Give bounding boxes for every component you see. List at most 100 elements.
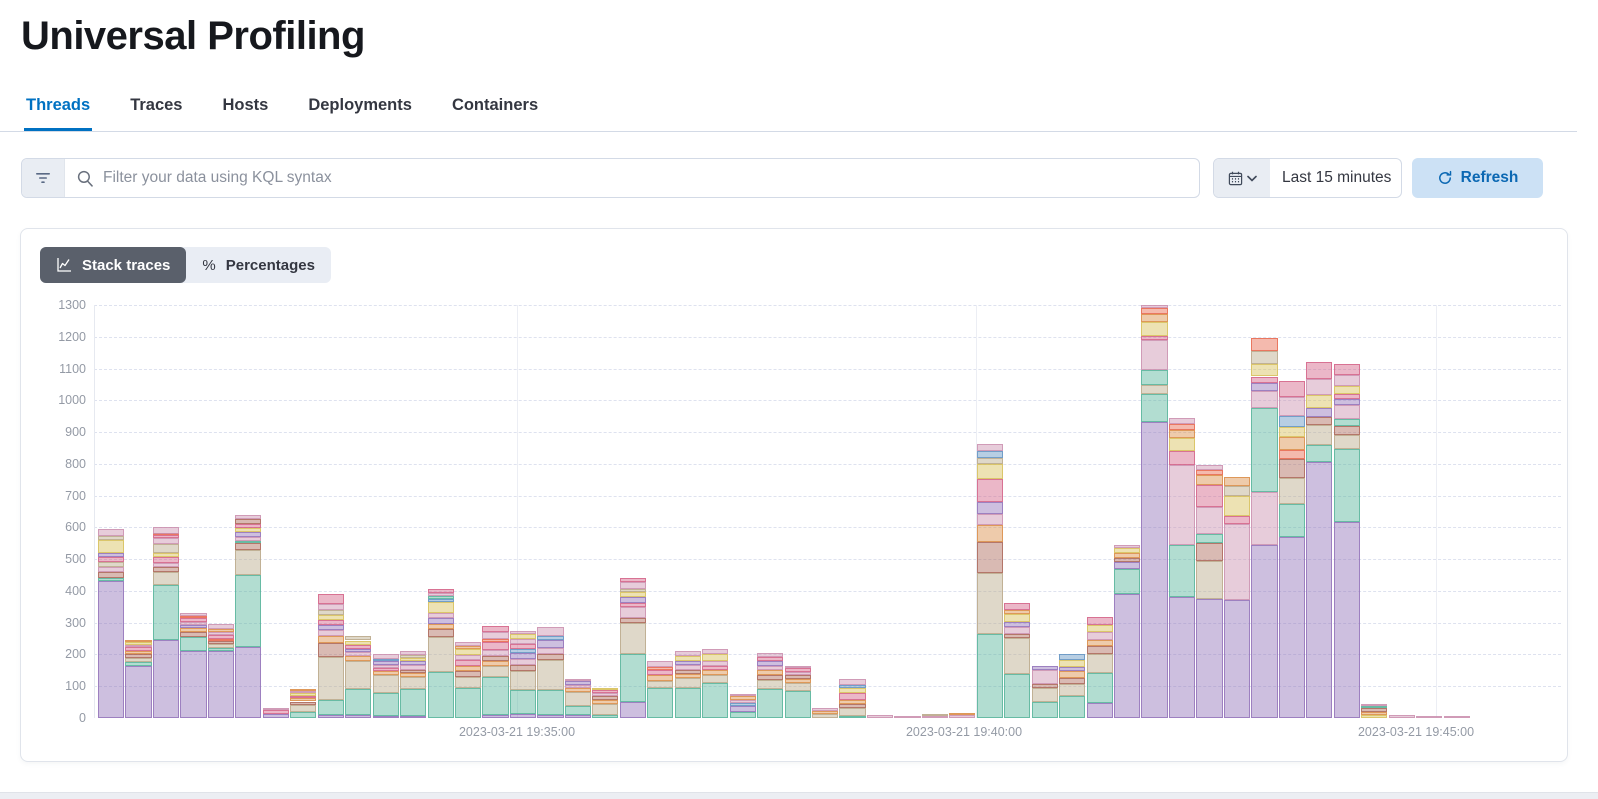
tab-bar: Threads Traces Hosts Deployments Contain… bbox=[0, 94, 1577, 132]
bar-segment-brown bbox=[400, 670, 426, 673]
stacked-bar[interactable] bbox=[730, 694, 756, 718]
bar-segment-pink bbox=[373, 668, 399, 671]
stacked-bar[interactable] bbox=[620, 578, 646, 718]
bar-segment-mauve bbox=[757, 666, 783, 671]
stacked-bar[interactable] bbox=[290, 689, 316, 718]
stacked-bar[interactable] bbox=[1224, 477, 1250, 718]
bar-segment-tan bbox=[1087, 654, 1113, 673]
kql-search-input[interactable] bbox=[103, 169, 1187, 187]
bar-segment-mauve bbox=[318, 604, 344, 610]
bar-segment-mauve bbox=[235, 515, 261, 519]
quick-select-button[interactable] bbox=[1214, 159, 1270, 197]
stacked-bar[interactable] bbox=[1004, 603, 1030, 718]
stacked-bar[interactable] bbox=[235, 515, 261, 718]
tab-hosts[interactable]: Hosts bbox=[220, 94, 270, 131]
tab-deployments[interactable]: Deployments bbox=[306, 94, 414, 131]
stacked-bar[interactable] bbox=[400, 651, 426, 718]
stacked-bar[interactable] bbox=[510, 631, 536, 718]
stacked-bar[interactable] bbox=[949, 714, 975, 718]
bar-segment-red bbox=[208, 639, 234, 642]
stacked-bar[interactable] bbox=[1334, 364, 1360, 718]
stacked-bar[interactable] bbox=[647, 661, 673, 718]
stacked-bar[interactable] bbox=[702, 649, 728, 718]
bar-segment-brown bbox=[318, 643, 344, 656]
bar-segment-green bbox=[1334, 419, 1360, 425]
stacked-bar[interactable] bbox=[125, 640, 151, 718]
stacked-bar[interactable] bbox=[1196, 465, 1222, 718]
stacked-bar[interactable] bbox=[922, 715, 948, 718]
stack-traces-panel: Stack traces % Percentages 0100200300400… bbox=[20, 228, 1568, 762]
stacked-bar[interactable] bbox=[1389, 715, 1415, 718]
stacked-bar[interactable] bbox=[263, 708, 289, 718]
bar-segment-purple bbox=[345, 649, 371, 652]
bar-segment-orange bbox=[455, 646, 481, 650]
bar-segment-mauve bbox=[730, 700, 756, 703]
bar-segment-tan bbox=[510, 671, 536, 690]
bar-segment-pink bbox=[318, 620, 344, 626]
tab-traces[interactable]: Traces bbox=[128, 94, 184, 131]
stacked-bar[interactable] bbox=[785, 666, 811, 718]
time-range-value[interactable]: Last 15 minutes bbox=[1270, 159, 1401, 197]
refresh-button[interactable]: Refresh bbox=[1412, 158, 1543, 198]
stacked-bar[interactable] bbox=[1306, 362, 1332, 718]
bar-segment-orange bbox=[1169, 430, 1195, 438]
stacked-bar[interactable] bbox=[537, 627, 563, 718]
bar-segment-blue bbox=[537, 636, 563, 640]
stacked-bar[interactable] bbox=[1087, 617, 1113, 718]
stacked-bar[interactable] bbox=[1251, 338, 1277, 718]
stacked-bar[interactable] bbox=[345, 636, 371, 718]
bar-segment-green bbox=[1032, 702, 1058, 718]
stacked-bar[interactable] bbox=[1141, 305, 1167, 718]
stacked-bar[interactable] bbox=[98, 529, 124, 718]
add-filter-button[interactable] bbox=[22, 159, 65, 197]
stacked-bar[interactable] bbox=[757, 653, 783, 718]
stacked-bar[interactable] bbox=[1059, 654, 1085, 718]
bar-segment-purple bbox=[125, 666, 151, 718]
stacked-bar[interactable] bbox=[565, 679, 591, 718]
stacked-bar[interactable] bbox=[1114, 545, 1140, 718]
bar-segment-yellow bbox=[1224, 496, 1250, 516]
stacked-bar[interactable] bbox=[1361, 704, 1387, 718]
toggle-percentages[interactable]: % Percentages bbox=[186, 247, 331, 283]
stacked-bar[interactable] bbox=[839, 679, 865, 718]
tab-threads[interactable]: Threads bbox=[24, 94, 92, 131]
y-axis-tick-label: 1200 bbox=[58, 330, 86, 344]
stacked-bar[interactable] bbox=[153, 527, 179, 718]
stacked-bar[interactable] bbox=[482, 626, 508, 718]
bar-segment-pink bbox=[180, 618, 206, 622]
stacked-bar[interactable] bbox=[1279, 381, 1305, 718]
stacked-bar[interactable] bbox=[977, 444, 1003, 718]
stacked-bar[interactable] bbox=[373, 654, 399, 718]
stacked-bar[interactable] bbox=[1416, 716, 1442, 718]
stacked-bar[interactable] bbox=[318, 594, 344, 718]
bar-segment-orange bbox=[757, 670, 783, 675]
bar-segment-purple bbox=[620, 702, 646, 718]
stacked-bar[interactable] bbox=[208, 624, 234, 718]
bar-segment-pink bbox=[757, 657, 783, 661]
stacked-bar[interactable] bbox=[455, 642, 481, 718]
bar-segment-yellow bbox=[153, 553, 179, 557]
stacked-bar[interactable] bbox=[1444, 716, 1470, 718]
bar-segment-mauve bbox=[373, 654, 399, 658]
stacked-bar[interactable] bbox=[1169, 418, 1195, 718]
stacked-bar[interactable] bbox=[894, 716, 920, 718]
stacked-bar[interactable] bbox=[428, 589, 454, 718]
bar-segment-yellow bbox=[290, 693, 316, 696]
bar-segment-yellow bbox=[1279, 427, 1305, 437]
stacked-bar[interactable] bbox=[592, 688, 618, 718]
stacked-bar[interactable] bbox=[1032, 666, 1058, 718]
bar-segment-purple bbox=[1032, 666, 1058, 670]
stacked-bar[interactable] bbox=[867, 715, 893, 718]
tab-containers[interactable]: Containers bbox=[450, 94, 540, 131]
bar-segment-red bbox=[1279, 450, 1305, 460]
toggle-stack-traces[interactable]: Stack traces bbox=[40, 247, 186, 283]
bar-segment-tan bbox=[1224, 486, 1250, 496]
bar-segment-tan bbox=[592, 704, 618, 715]
bar-segment-pink bbox=[620, 578, 646, 582]
bar-segment-orange bbox=[482, 661, 508, 666]
stacked-bar[interactable] bbox=[675, 651, 701, 718]
bar-segment-purple bbox=[1334, 522, 1360, 718]
stacked-bar[interactable] bbox=[812, 708, 838, 718]
stacked-bar[interactable] bbox=[180, 613, 206, 718]
bar-segment-orange bbox=[428, 624, 454, 629]
